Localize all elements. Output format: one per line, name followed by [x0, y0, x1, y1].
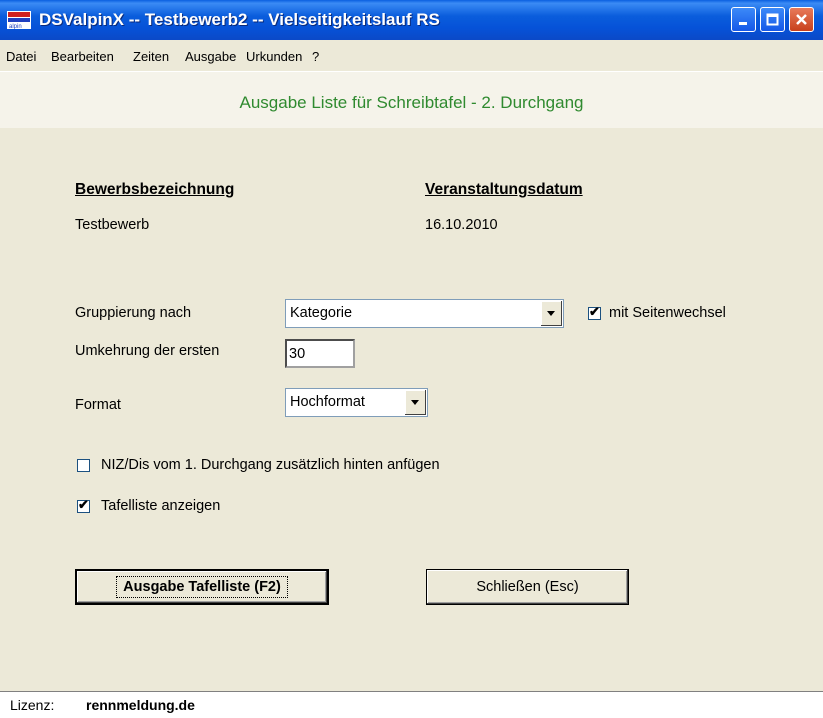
bewerb-value: Testbewerb [75, 217, 150, 233]
window-title: DSValpinX -- Testbewerb2 -- Vielseitigke… [39, 10, 440, 29]
seitenwechsel-checkbox[interactable] [588, 304, 601, 320]
close-icon [796, 14, 807, 25]
lizenz-value: rennmeldung.de [86, 697, 195, 713]
tafelliste-label[interactable]: Tafelliste anzeigen [101, 498, 220, 514]
datum-value: 16.10.2010 [425, 217, 498, 233]
menu-help[interactable]: ? [312, 49, 319, 64]
chevron-down-icon[interactable] [540, 301, 562, 326]
format-label: Format [75, 397, 121, 413]
maximize-button[interactable] [760, 7, 785, 32]
niz-label[interactable]: NIZ/Dis vom 1. Durchgang zusätzlich hint… [101, 457, 440, 473]
menu-zeiten[interactable]: Zeiten [133, 49, 169, 64]
umkehrung-input-wrap[interactable] [285, 339, 355, 368]
gruppierung-label: Gruppierung nach [75, 305, 192, 321]
lizenz-label: Lizenz: [10, 697, 55, 713]
schliessen-button-label: Schließen (Esc) [476, 579, 579, 595]
minimize-button[interactable] [731, 7, 756, 32]
status-bar: Lizenz: rennmeldung.de [0, 691, 823, 718]
schliessen-button[interactable]: Schließen (Esc) [426, 569, 629, 605]
bewerb-label: Bewerbsbezeichnung [75, 181, 235, 198]
menu-bearbeiten[interactable]: Bearbeiten [51, 49, 114, 64]
menu-urkunden[interactable]: Urkunden [246, 49, 302, 64]
ausgabe-tafelliste-button[interactable]: Ausgabe Tafelliste (F2) [75, 569, 329, 605]
datum-label: Veranstaltungsdatum [425, 181, 583, 198]
gruppierung-select[interactable]: Kategorie [285, 299, 564, 328]
app-icon-text: alpin [9, 24, 22, 29]
chevron-down-icon[interactable] [404, 390, 426, 415]
minimize-icon [739, 22, 747, 25]
main-window: alpin DSValpinX -- Testbewerb2 -- Vielse… [0, 0, 823, 718]
menu-datei[interactable]: Datei [6, 49, 36, 64]
maximize-icon [766, 13, 779, 26]
menu-ausgabe[interactable]: Ausgabe [185, 49, 236, 64]
page-heading: Ausgabe Liste für Schreibtafel - 2. Durc… [239, 93, 584, 112]
tafelliste-checkbox[interactable] [77, 497, 90, 513]
umkehrung-label: Umkehrung der ersten [75, 343, 220, 359]
format-select[interactable]: Hochformat [285, 388, 428, 417]
umkehrung-input[interactable] [287, 341, 353, 366]
gruppierung-value: Kategorie [290, 305, 353, 321]
menu-bar: Datei Bearbeiten Zeiten Ausgabe Urkunden… [0, 40, 823, 72]
ausgabe-button-label: Ausgabe Tafelliste (F2) [116, 576, 288, 598]
format-value: Hochformat [290, 394, 365, 410]
seitenwechsel-label[interactable]: mit Seitenwechsel [609, 305, 726, 321]
title-bar[interactable]: alpin DSValpinX -- Testbewerb2 -- Vielse… [0, 0, 823, 40]
app-icon: alpin [7, 11, 31, 29]
close-window-button[interactable] [789, 7, 814, 32]
niz-checkbox[interactable] [77, 459, 90, 472]
